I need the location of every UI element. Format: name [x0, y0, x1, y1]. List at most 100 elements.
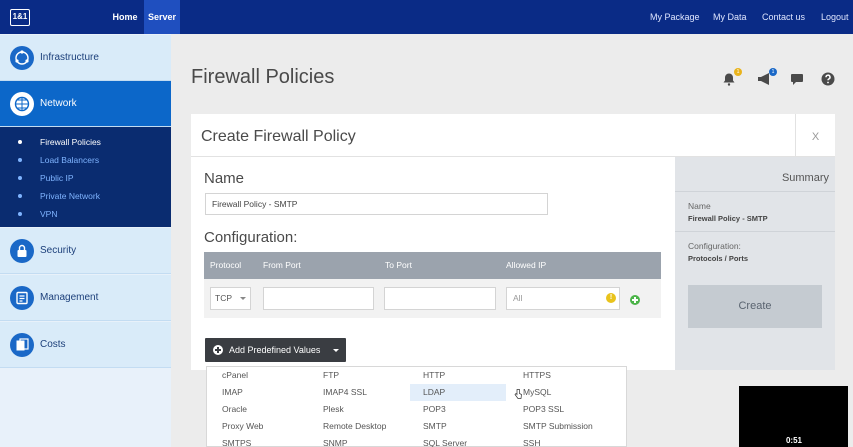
submenu-load-balancers[interactable]: Load Balancers: [40, 155, 99, 165]
bullet-icon: [18, 176, 22, 180]
option-imap[interactable]: IMAP: [222, 384, 243, 401]
predefined-values-dropdown: cPanel FTP HTTP HTTPS IMAP IMAP4 SSL LDA…: [206, 366, 627, 447]
sidebar-item-label: Infrastructure: [40, 52, 99, 63]
column-allowed-ip[interactable]: Allowed IP: [506, 252, 546, 279]
page-title: Firewall Policies: [191, 66, 335, 88]
create-button[interactable]: Create: [688, 285, 822, 328]
summary-name-value: Firewall Policy - SMTP: [688, 214, 768, 223]
option-ssh[interactable]: SSH: [523, 435, 540, 447]
close-button[interactable]: X: [795, 114, 835, 156]
option-remote-desktop[interactable]: Remote Desktop: [323, 418, 386, 435]
policy-name-input[interactable]: Firewall Policy - SMTP: [205, 193, 548, 215]
summary-name-key: Name: [688, 201, 711, 211]
option-pop3[interactable]: POP3: [423, 401, 446, 418]
nav-logout[interactable]: Logout: [821, 0, 849, 34]
globe-icon: [10, 46, 34, 70]
summary-panel: Summary Name Firewall Policy - SMTP Conf…: [675, 157, 835, 370]
sidebar-item-network[interactable]: Network: [0, 81, 171, 127]
option-smtp[interactable]: SMTP: [423, 418, 447, 435]
option-mysql[interactable]: MySQL: [523, 384, 551, 401]
network-icon: [10, 92, 34, 116]
column-from-port[interactable]: From Port: [263, 252, 301, 279]
nav-my-data[interactable]: My Data: [713, 0, 747, 34]
chat-icon[interactable]: [790, 72, 806, 88]
summary-config-key: Configuration:: [688, 241, 741, 251]
option-smtp-submission[interactable]: SMTP Submission: [523, 418, 593, 435]
nav-contact-us[interactable]: Contact us: [762, 0, 805, 34]
sidebar-item-management[interactable]: Management: [0, 275, 171, 321]
to-port-input[interactable]: [384, 287, 496, 310]
summary-config-value: Protocols / Ports: [688, 254, 749, 263]
submenu-vpn[interactable]: VPN: [40, 209, 57, 219]
chevron-down-icon: [240, 297, 246, 300]
option-proxy-web[interactable]: Proxy Web: [222, 418, 263, 435]
video-overlay[interactable]: 0:51: [739, 386, 848, 447]
warning-icon: !: [606, 293, 616, 303]
bullet-icon: [18, 194, 22, 198]
sidebar-item-label: Management: [40, 292, 99, 303]
notification-badge: 1: [734, 68, 742, 76]
option-ldap[interactable]: LDAP: [410, 384, 506, 401]
config-table-row: TCP All !: [204, 279, 661, 318]
hand-cursor-icon: [514, 389, 522, 399]
bell-icon[interactable]: 1: [722, 68, 742, 88]
option-plesk[interactable]: Plesk: [323, 401, 344, 418]
add-predefined-values-button[interactable]: Add Predefined Values: [205, 338, 346, 362]
option-pop3-ssl[interactable]: POP3 SSL: [523, 401, 564, 418]
sidebar-item-infrastructure[interactable]: Infrastructure: [0, 35, 171, 81]
option-ftp[interactable]: FTP: [323, 367, 339, 384]
submenu-private-network[interactable]: Private Network: [40, 191, 100, 201]
option-imap4-ssl[interactable]: IMAP4 SSL: [323, 384, 367, 401]
option-smtps[interactable]: SMTPS: [222, 435, 251, 447]
allowed-ip-placeholder: All: [513, 293, 523, 303]
brand-logo[interactable]: 1&1: [10, 9, 30, 26]
bullet-icon: [18, 140, 22, 144]
video-timestamp: 0:51: [785, 436, 802, 445]
megaphone-icon[interactable]: 1: [757, 68, 777, 88]
column-to-port[interactable]: To Port: [385, 252, 412, 279]
sidebar: Infrastructure Network Firewall Policies…: [0, 34, 171, 447]
management-icon: [10, 286, 34, 310]
add-rule-icon[interactable]: [630, 295, 640, 305]
button-label: Add Predefined Values: [229, 345, 321, 355]
top-bar: 1&1 Home Server My Package My Data Conta…: [0, 0, 853, 34]
nav-home[interactable]: Home: [106, 0, 144, 34]
sidebar-item-label: Costs: [40, 339, 66, 350]
allowed-ip-input[interactable]: All !: [506, 287, 620, 310]
submenu-public-ip[interactable]: Public IP: [40, 173, 74, 183]
configuration-label: Configuration:: [204, 229, 298, 246]
sidebar-item-costs[interactable]: Costs: [0, 322, 171, 368]
summary-title: Summary: [781, 172, 829, 184]
nav-my-package[interactable]: My Package: [650, 0, 700, 34]
dialog-title: Create Firewall Policy: [201, 128, 356, 145]
option-http[interactable]: HTTP: [423, 367, 445, 384]
announcement-badge: 1: [769, 68, 777, 76]
bullet-icon: [18, 212, 22, 216]
sidebar-item-label: Security: [40, 245, 77, 256]
protocol-value: TCP: [215, 293, 232, 303]
option-cpanel[interactable]: cPanel: [222, 367, 248, 384]
summary-config-section: Configuration: Protocols / Ports: [675, 231, 835, 271]
option-snmp[interactable]: SNMP: [323, 435, 348, 447]
plus-circle-icon: [213, 345, 223, 355]
option-sql-server[interactable]: SQL Server: [423, 435, 467, 447]
sidebar-item-label: Network: [40, 98, 77, 109]
create-firewall-policy-dialog: Create Firewall Policy X Name Firewall P…: [191, 114, 835, 370]
nav-server[interactable]: Server: [144, 0, 180, 34]
sidebar-item-security[interactable]: Security: [0, 228, 171, 274]
name-label: Name: [204, 170, 245, 187]
option-https[interactable]: HTTPS: [523, 367, 551, 384]
protocol-select[interactable]: TCP: [210, 287, 251, 310]
from-port-input[interactable]: [263, 287, 374, 310]
submenu-firewall-policies[interactable]: Firewall Policies: [40, 137, 101, 147]
costs-icon: [10, 333, 34, 357]
option-oracle[interactable]: Oracle: [222, 401, 247, 418]
lock-icon: [10, 239, 34, 263]
summary-name-section: Name Firewall Policy - SMTP: [675, 191, 835, 231]
caret-down-icon: [333, 349, 339, 352]
network-submenu: Firewall Policies Load Balancers Public …: [0, 127, 171, 227]
config-table-header: Protocol From Port To Port Allowed IP: [204, 252, 661, 279]
bullet-icon: [18, 158, 22, 162]
help-icon[interactable]: [821, 72, 837, 88]
column-protocol[interactable]: Protocol: [210, 252, 241, 279]
